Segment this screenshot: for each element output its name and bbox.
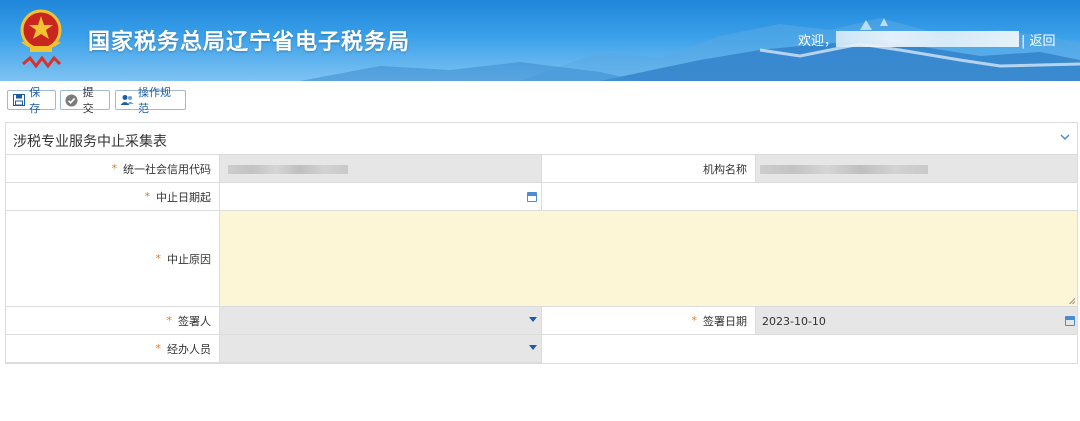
suspend-start-date-input[interactable]: [220, 183, 542, 211]
sign-date-input[interactable]: 2023-10-10: [756, 307, 1077, 335]
chevron-down-icon[interactable]: [1059, 131, 1071, 143]
save-button-label: 保存: [29, 86, 41, 115]
handler-label: * 经办人员: [6, 335, 220, 363]
empty-cell: [542, 183, 1077, 211]
sign-date-label: * 签署日期: [542, 307, 756, 335]
form-title: 涉税专业服务中止采集表: [13, 134, 167, 150]
signer-select[interactable]: [220, 307, 542, 335]
operation-guide-label: 操作规范: [138, 86, 171, 115]
submit-button[interactable]: 提交: [60, 86, 110, 115]
save-button[interactable]: 保存: [7, 86, 56, 115]
suspend-start-label: * 中止日期起: [6, 183, 220, 211]
dropdown-arrow-icon[interactable]: [529, 345, 537, 350]
calendar-icon[interactable]: [527, 192, 537, 202]
users-icon: [120, 93, 134, 107]
required-mark: *: [111, 162, 118, 175]
credit-code-redacted: [228, 165, 348, 174]
org-name-field: [756, 155, 1077, 183]
return-link[interactable]: | 返回: [1021, 30, 1056, 49]
operation-guide-button[interactable]: 操作规范: [115, 86, 186, 115]
calendar-icon[interactable]: [1065, 316, 1075, 326]
suspend-reason-label: * 中止原因: [6, 211, 220, 307]
credit-code-label: * 统一社会信用代码: [6, 155, 220, 183]
form-panel: 涉税专业服务中止采集表 * 统一社会信用代码 机构名称 * 中止日期起 * 中止…: [5, 122, 1078, 364]
check-circle-icon: [65, 93, 79, 107]
panel-header: 涉税专业服务中止采集表: [6, 123, 1077, 155]
credit-code-field: [220, 155, 542, 183]
org-name-redacted: [760, 165, 928, 174]
resize-handle-icon[interactable]: [1069, 298, 1075, 304]
submit-button-label: 提交: [82, 86, 94, 115]
welcome-text: 欢迎，: [798, 34, 838, 49]
username-redacted: [836, 31, 1019, 47]
handler-select[interactable]: [220, 335, 542, 363]
org-name-label: 机构名称: [542, 155, 756, 183]
site-title: 国家税务总局辽宁省电子税务局: [88, 30, 411, 55]
header-banner: 国家税务总局辽宁省电子税务局 欢迎， | 返回: [0, 0, 1080, 81]
suspend-reason-textarea[interactable]: [220, 211, 1077, 307]
signer-label: * 签署人: [6, 307, 220, 335]
tax-emblem-icon: [20, 9, 62, 69]
sign-date-value: 2023-10-10: [762, 315, 826, 328]
floppy-disk-icon: [12, 93, 25, 107]
dropdown-arrow-icon[interactable]: [529, 317, 537, 322]
toolbar: 保存 提交 操作规范: [0, 86, 1080, 116]
